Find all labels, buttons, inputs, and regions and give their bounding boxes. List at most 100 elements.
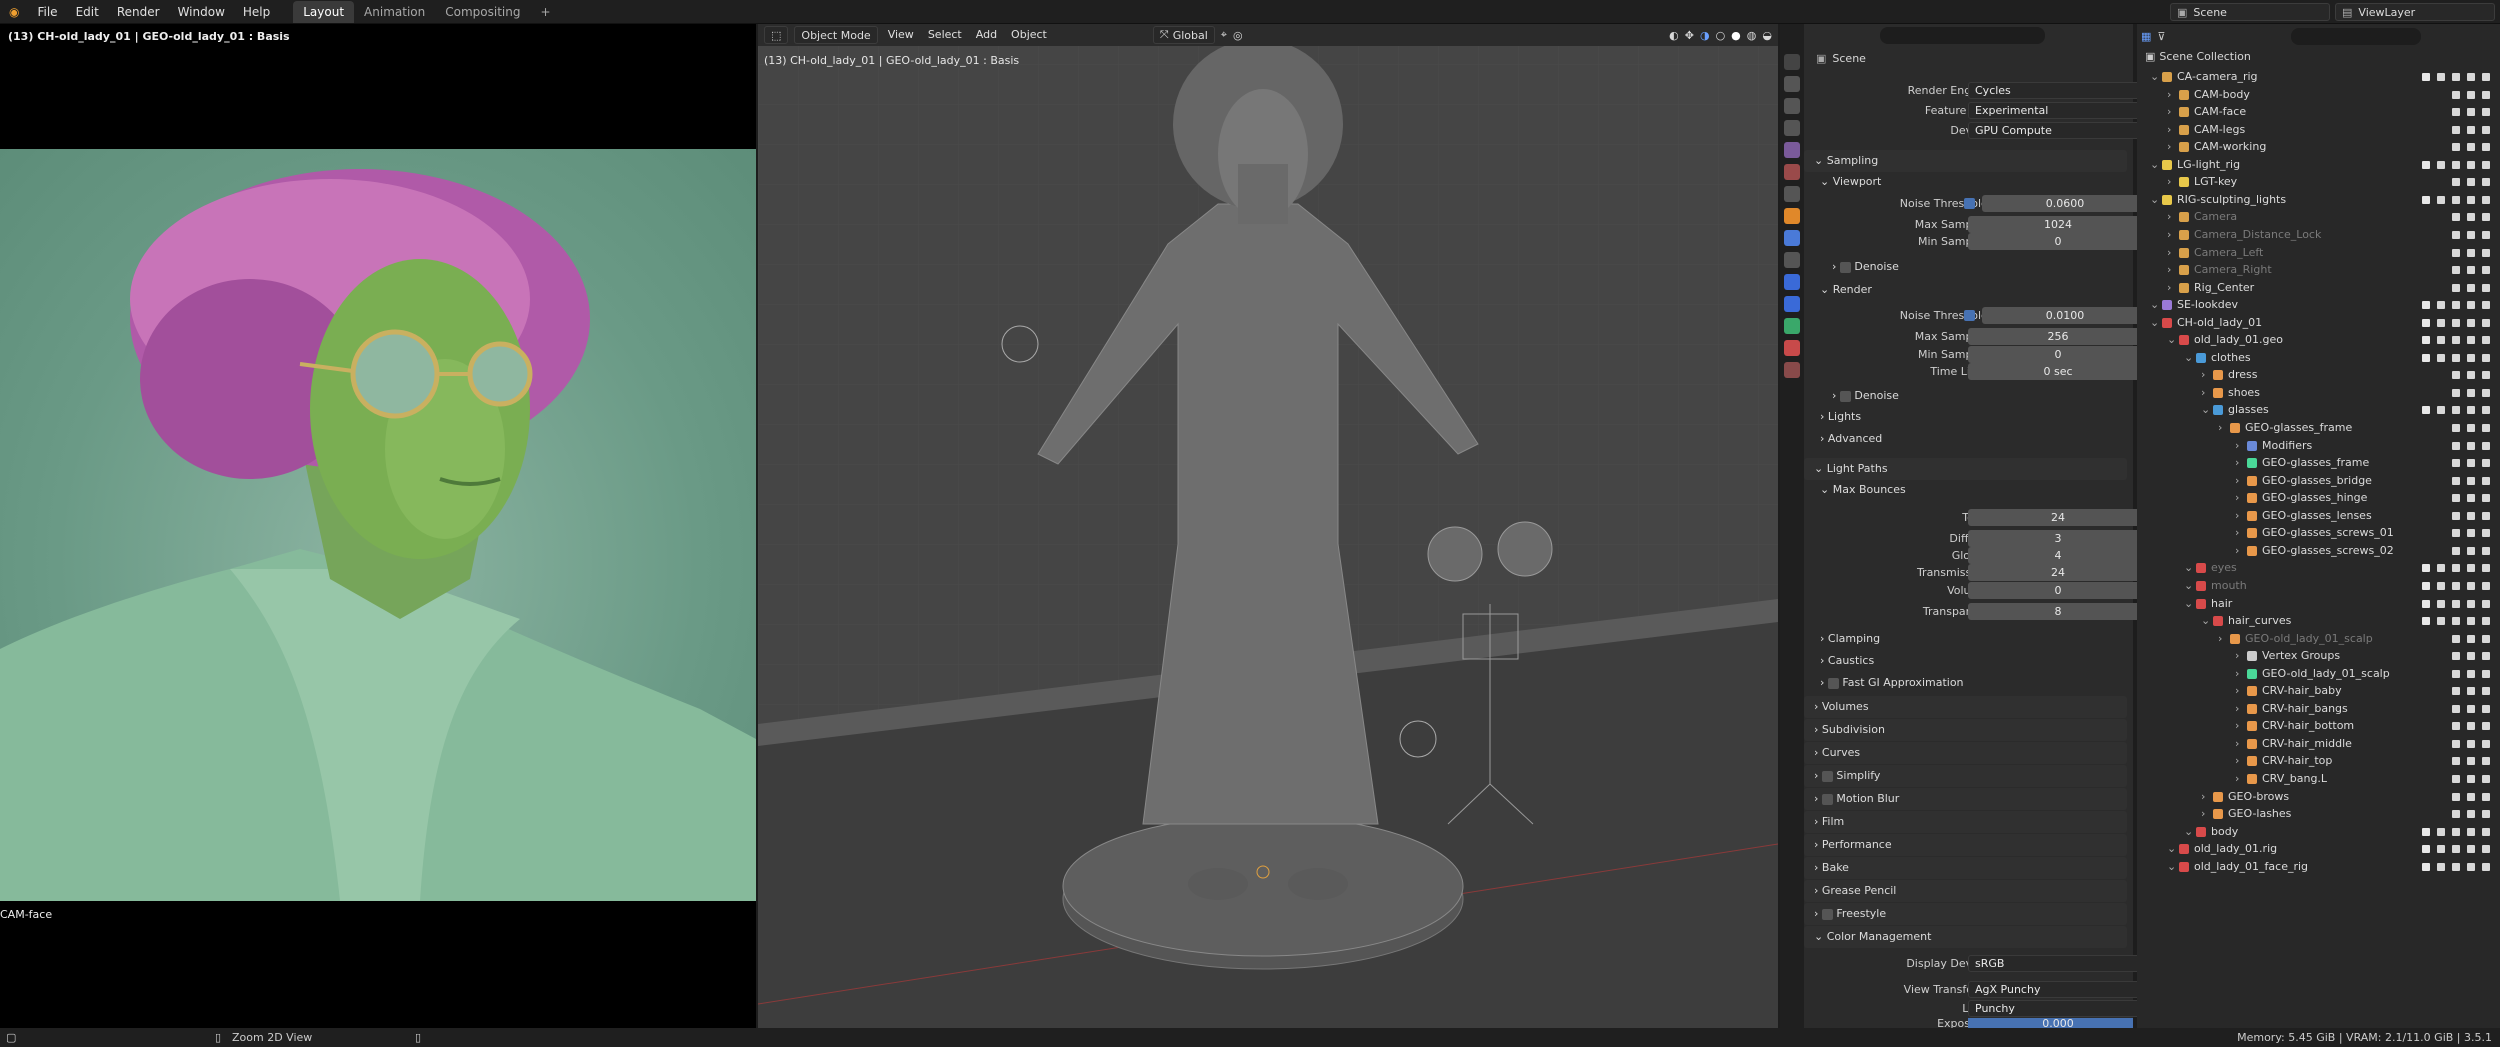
disable-render-icon[interactable]: [2482, 283, 2490, 292]
hide-viewport-icon[interactable]: [2452, 862, 2460, 871]
select-toggle-icon[interactable]: [2437, 617, 2445, 626]
expand-arrow-icon[interactable]: ›: [2218, 419, 2222, 437]
disable-render-icon[interactable]: [2482, 862, 2490, 871]
expand-arrow-icon[interactable]: ›: [2235, 647, 2239, 665]
mode-selector[interactable]: Object Mode: [794, 26, 878, 44]
disable-render-icon[interactable]: [2482, 599, 2490, 608]
hide-viewport-icon[interactable]: [2452, 687, 2460, 696]
filter-icon[interactable]: ⊽: [2157, 30, 2165, 43]
expand-arrow-icon[interactable]: ⌄: [2150, 156, 2159, 174]
disable-viewport-icon[interactable]: [2467, 90, 2475, 99]
world-tab-icon[interactable]: [1784, 164, 1800, 180]
hide-viewport-icon[interactable]: [2452, 546, 2460, 555]
hide-viewport-icon[interactable]: [2452, 634, 2460, 643]
expand-arrow-icon[interactable]: ›: [2167, 244, 2171, 262]
disable-viewport-icon[interactable]: [2467, 73, 2475, 81]
select-toggle-icon[interactable]: [2437, 336, 2445, 345]
hide-viewport-icon[interactable]: [2452, 722, 2460, 731]
outliner-row[interactable]: › GEO-glasses_bridge: [2137, 472, 2500, 490]
exclude-checkbox[interactable]: [2422, 353, 2430, 362]
editor-type-button[interactable]: ⬚: [764, 26, 789, 44]
exclude-checkbox[interactable]: [2422, 599, 2430, 608]
expand-arrow-icon[interactable]: ›: [2201, 366, 2205, 384]
expand-arrow-icon[interactable]: ›: [2167, 226, 2171, 244]
select-toggle-icon[interactable]: [2437, 862, 2445, 871]
panel-light-paths[interactable]: ⌄ Light Paths: [1804, 458, 2127, 480]
expand-arrow-icon[interactable]: ›: [2167, 261, 2171, 279]
outliner-row[interactable]: › GEO-brows: [2137, 788, 2500, 806]
hide-viewport-icon[interactable]: [2452, 459, 2460, 468]
hide-viewport-icon[interactable]: [2452, 178, 2460, 187]
disable-render-icon[interactable]: [2482, 213, 2490, 222]
outliner-row[interactable]: › CAM-legs: [2137, 121, 2500, 139]
view-layer-selector[interactable]: ▤ ViewLayer: [2335, 3, 2495, 21]
select-toggle-icon[interactable]: [2437, 564, 2445, 573]
disable-viewport-icon[interactable]: [2467, 581, 2475, 590]
outliner-row[interactable]: ⌄ hair_curves: [2137, 612, 2500, 630]
expand-arrow-icon[interactable]: ⌄: [2150, 68, 2159, 86]
outliner-row[interactable]: ⌄ old_lady_01.geo: [2137, 331, 2500, 349]
subpanel-fast-gi[interactable]: › Fast GI Approximation: [1820, 673, 2127, 693]
collection-tab-icon[interactable]: [1784, 186, 1800, 202]
device-dropdown[interactable]: GPU Compute: [1968, 121, 2148, 139]
render-engine-dropdown[interactable]: Cycles: [1968, 81, 2148, 99]
gizmo-icon[interactable]: ✥: [1685, 29, 1694, 42]
disable-render-icon[interactable]: [2482, 494, 2490, 503]
motion-blur-checkbox[interactable]: [1821, 793, 1833, 805]
disable-render-icon[interactable]: [2482, 634, 2490, 643]
constraints-tab-icon[interactable]: [1784, 296, 1800, 312]
panel-bake[interactable]: › Bake: [1804, 857, 2127, 879]
subpanel-lights[interactable]: › Lights: [1820, 407, 2127, 427]
outliner-row[interactable]: › CRV-hair_bangs: [2137, 700, 2500, 718]
disable-render-icon[interactable]: [2482, 792, 2490, 801]
outliner-row[interactable]: › GEO-glasses_frame: [2137, 454, 2500, 472]
hide-viewport-icon[interactable]: [2452, 792, 2460, 801]
expand-arrow-icon[interactable]: ⌄: [2150, 191, 2159, 209]
disable-render-icon[interactable]: [2482, 669, 2490, 678]
exclude-checkbox[interactable]: [2422, 564, 2430, 573]
r-time-field[interactable]: 0 sec: [1968, 362, 2148, 380]
disable-render-icon[interactable]: [2482, 775, 2490, 783]
expand-arrow-icon[interactable]: ⌄: [2184, 823, 2193, 841]
disable-render-icon[interactable]: [2482, 827, 2490, 836]
hide-viewport-icon[interactable]: [2452, 669, 2460, 678]
hide-viewport-icon[interactable]: [2452, 599, 2460, 608]
menu-render[interactable]: Render: [108, 0, 169, 24]
vp-min-field[interactable]: 0: [1968, 232, 2148, 250]
outliner-row[interactable]: › shoes: [2137, 384, 2500, 402]
simplify-checkbox[interactable]: [1821, 770, 1833, 782]
outliner-row[interactable]: › GEO-glasses_screws_01: [2137, 524, 2500, 542]
outliner-row[interactable]: › CAM-face: [2137, 103, 2500, 121]
outliner-row[interactable]: ⌄ SE-lookdev: [2137, 296, 2500, 314]
disable-viewport-icon[interactable]: [2467, 810, 2475, 819]
disable-viewport-icon[interactable]: [2467, 195, 2475, 204]
disable-viewport-icon[interactable]: [2467, 494, 2475, 503]
expand-arrow-icon[interactable]: ›: [2235, 682, 2239, 700]
disable-viewport-icon[interactable]: [2467, 546, 2475, 555]
add-workspace-button[interactable]: +: [530, 1, 560, 23]
expand-arrow-icon[interactable]: ⌄: [2167, 840, 2176, 858]
output-tab-icon[interactable]: [1784, 98, 1800, 114]
diffuse-field[interactable]: 3: [1968, 529, 2148, 547]
hide-viewport-icon[interactable]: [2452, 494, 2460, 503]
outliner-row[interactable]: › Camera_Left: [2137, 244, 2500, 262]
outliner-row[interactable]: › CRV-hair_bottom: [2137, 717, 2500, 735]
expand-arrow-icon[interactable]: ⌄: [2184, 577, 2193, 595]
disable-viewport-icon[interactable]: [2467, 617, 2475, 626]
outliner-row[interactable]: › CRV_bang.L: [2137, 770, 2500, 788]
hide-viewport-icon[interactable]: [2452, 845, 2460, 854]
disable-render-icon[interactable]: [2482, 757, 2490, 766]
menu-file[interactable]: File: [28, 0, 66, 24]
expand-arrow-icon[interactable]: ›: [2201, 384, 2205, 402]
expand-arrow-icon[interactable]: ›: [2201, 805, 2205, 823]
disable-render-icon[interactable]: [2482, 108, 2490, 117]
hide-viewport-icon[interactable]: [2452, 125, 2460, 134]
r-noise-field[interactable]: 0.0100: [1982, 306, 2148, 324]
outliner-search-input[interactable]: [2291, 27, 2421, 45]
disable-render-icon[interactable]: [2482, 143, 2490, 152]
outliner-row[interactable]: › CRV-hair_baby: [2137, 682, 2500, 700]
physics-tab-icon[interactable]: [1784, 274, 1800, 290]
freestyle-checkbox[interactable]: [1821, 908, 1833, 920]
exclude-checkbox[interactable]: [2422, 195, 2430, 204]
expand-arrow-icon[interactable]: ⌄: [2150, 296, 2159, 314]
